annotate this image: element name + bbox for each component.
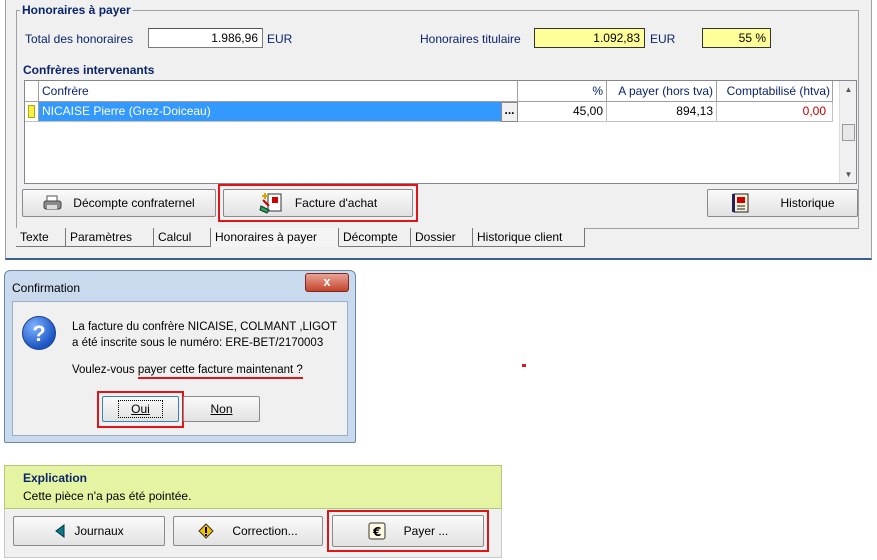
table-cell-a-payer[interactable]: 894,13 [607, 102, 717, 122]
grid-scrollbar[interactable]: ▲ ▼ [839, 81, 856, 183]
column-header-a-payer[interactable]: A payer (hors tva) [607, 81, 717, 102]
question-prefix: Voulez-vous [72, 364, 138, 376]
payer-button[interactable]: € Payer ... [332, 515, 484, 547]
facture-label: Facture d'achat [294, 196, 378, 210]
action-button-row: Journaux Correction... € Payer ... [4, 509, 502, 558]
tab-honoraires-a-payer[interactable]: Honoraires à payer [211, 228, 339, 247]
table-cell-comptabilise[interactable]: 0,00 [717, 102, 833, 122]
dialog-body: ? La facture du confrère NICAISE, COLMAN… [12, 301, 348, 436]
confirmation-dialog: Confirmation x ? La facture du confrère … [4, 270, 356, 443]
honoraires-legend: Honoraires à payer [20, 3, 133, 17]
historique-label: Historique [780, 196, 835, 210]
table-row-confrere[interactable]: NICAISE Pierre (Grez-Doiceau) [39, 102, 501, 122]
explication-text: Cette pièce n'a pas été pointée. [23, 489, 192, 503]
honoraires-titulaire-unit: EUR [650, 32, 676, 46]
journaux-button[interactable]: Journaux [13, 516, 165, 546]
column-header-comptabilise[interactable]: Comptabilisé (htva) [717, 81, 833, 102]
explication-panel: Explication Cette pièce n'a pas été poin… [4, 465, 502, 509]
back-arrow-icon [55, 524, 65, 538]
non-label: Non [210, 402, 233, 416]
question-icon: ? [22, 316, 56, 350]
honoraires-panel: Honoraires à payer Total des honoraires … [5, 0, 872, 260]
honoraires-titulaire-label: Honoraires titulaire [420, 32, 521, 46]
non-button[interactable]: Non [183, 396, 260, 422]
tab-texte[interactable]: Texte [16, 228, 66, 247]
invoice-icon [259, 193, 282, 214]
payer-label: Payer ... [403, 524, 449, 538]
tab-decompte[interactable]: Décompte [339, 228, 411, 247]
decompte-confraternel-button[interactable]: Décompte confraternel [22, 189, 216, 217]
grid-corner [25, 81, 39, 102]
oui-button[interactable]: Oui [102, 396, 179, 422]
column-header-pct[interactable]: % [518, 81, 607, 102]
tab-calcul[interactable]: Calcul [154, 228, 211, 247]
row-indicator[interactable] [25, 102, 39, 122]
oui-label: Oui [118, 400, 163, 418]
ellipsis-button[interactable]: ... [501, 102, 518, 122]
total-honoraires-unit: EUR [267, 32, 293, 46]
question-underlined: payer cette facture maintenant ? [137, 364, 303, 379]
tab-historique-client[interactable]: Historique client [473, 228, 585, 247]
total-honoraires-field[interactable]: 1.986,96 [148, 28, 263, 48]
correction-label: Correction... [232, 524, 298, 538]
printer-icon [43, 195, 62, 210]
correction-button[interactable]: Correction... [173, 516, 323, 546]
percent-field[interactable]: 55 % [702, 28, 771, 48]
column-header-confrere[interactable]: Confrère [39, 81, 518, 102]
history-book-icon [732, 193, 749, 213]
facture-achat-button[interactable]: Facture d'achat [223, 189, 413, 217]
dialog-title: Confirmation [12, 281, 81, 295]
dialog-question: Voulez-vous payer cette facture maintena… [72, 364, 303, 379]
scroll-up-icon[interactable]: ▲ [841, 82, 856, 97]
dialog-message-line1: La facture du confrère NICAISE, COLMANT … [72, 321, 338, 333]
confreres-grid[interactable]: Confrère % A payer (hors tva) Comptabili… [24, 80, 857, 184]
table-cell-pct[interactable]: 45,00 [518, 102, 607, 122]
honoraires-titulaire-field[interactable]: 1.092,83 [534, 28, 645, 48]
row-marker-icon [28, 105, 35, 118]
journaux-label: Journaux [74, 524, 124, 538]
scroll-down-icon[interactable]: ▼ [841, 167, 856, 182]
warning-icon [198, 523, 215, 539]
tab-dossier[interactable]: Dossier [411, 228, 473, 247]
close-button[interactable]: x [305, 273, 349, 292]
total-honoraires-label: Total des honoraires [25, 32, 134, 46]
red-dot [522, 364, 526, 367]
decompte-label: Décompte confraternel [73, 196, 195, 210]
explication-title: Explication [23, 471, 88, 485]
confreres-label: Confrères intervenants [23, 63, 155, 77]
tab-parametres[interactable]: Paramètres [66, 228, 154, 247]
euro-icon: € [368, 522, 386, 540]
svg-text:€: € [372, 525, 381, 539]
historique-button[interactable]: Historique [707, 189, 858, 217]
dialog-message-line2: a été inscrite sous le numéro: ERE-BET/2… [72, 337, 324, 349]
scroll-thumb[interactable] [842, 124, 855, 141]
